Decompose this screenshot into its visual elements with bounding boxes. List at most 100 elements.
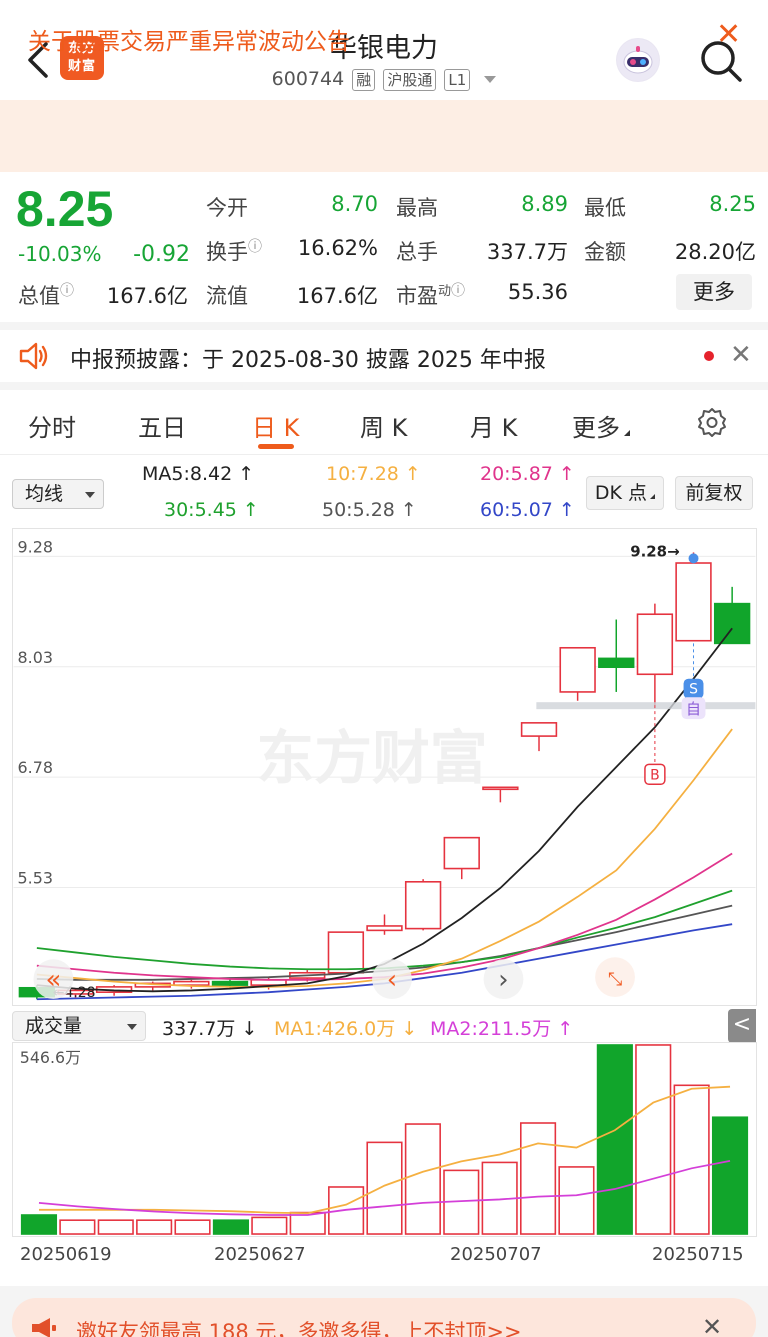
caret-down-icon [484, 76, 497, 83]
candle-body [713, 602, 751, 645]
volume-bar [212, 1219, 250, 1235]
total-value: 167.6亿 [106, 284, 188, 308]
close-icon[interactable]: ✕ [730, 340, 752, 370]
ma50-text: 50:5.28 [322, 499, 395, 521]
invite-text[interactable]: 邀好友领最高 188 元，多邀多得，上不封顶>> [76, 1316, 522, 1337]
tab-five-day[interactable]: 五日 [138, 408, 186, 443]
tag-margin: 融 [352, 69, 376, 91]
volume-label: 总手 [396, 240, 438, 264]
x-date-4: 20250715 [652, 1244, 744, 1265]
candle-body [404, 881, 442, 930]
tab-intraday[interactable]: 分时 [28, 408, 76, 443]
indicator-select[interactable]: 均线 [12, 479, 104, 509]
volume-ma2-text: MA2:211.5万 [430, 1018, 552, 1040]
ma5-line [36, 627, 733, 993]
high-price-label: 9.28→ [630, 542, 679, 560]
turnover-value: 16.62% [297, 236, 378, 260]
candlestick-chart[interactable]: 东方财富 9.288.036.785.53 9.28→←4.28BS自« ‹ › ⤡ [12, 528, 757, 1006]
dk-point-label: DK 点 [594, 482, 648, 504]
tab-more[interactable]: 更多 [572, 408, 630, 443]
volume-chart[interactable]: 546.6万 [12, 1042, 757, 1237]
volume-ma1: MA1:426.0万 ↓ [274, 1018, 418, 1040]
volume-max-label: 546.6万 [20, 1048, 81, 1067]
candle-body [598, 657, 635, 669]
tab-monthly-k[interactable]: 月 K [470, 408, 517, 443]
chart-nav-arrow-icon: « [45, 965, 61, 995]
info-icon[interactable]: ⓘ [451, 283, 465, 299]
volume-ma2: MA2:211.5万 ↑ [430, 1018, 574, 1040]
gear-icon[interactable] [696, 406, 728, 438]
volume-bar [519, 1122, 557, 1235]
divider [0, 382, 768, 390]
ma10-text: 10:7.28 [326, 463, 399, 485]
volume-bar [558, 1166, 595, 1235]
high-value: 8.89 [521, 192, 568, 216]
chart-nav-arrow-icon: ‹ [387, 965, 397, 995]
candle-body [327, 931, 365, 974]
corner-caret-icon [624, 430, 630, 436]
speaker-icon [19, 342, 48, 370]
more-button[interactable]: 更多 [676, 274, 752, 310]
collapse-panel-button[interactable]: < [728, 1009, 756, 1043]
tab-more-label: 更多 [572, 414, 620, 442]
volume-bar [59, 1219, 96, 1235]
high-label: 最高 [396, 196, 438, 220]
self-marker-text: 自 [686, 700, 701, 718]
current-price: 8.25 [16, 181, 114, 237]
volume-indicator-select[interactable]: 成交量 [12, 1011, 146, 1041]
close-icon[interactable]: ✕ [716, 20, 741, 50]
turnover-label: 换手ⓘ [206, 236, 262, 266]
y-tick-label: 6.78 [18, 758, 53, 777]
chart-nav-arrow-icon: › [498, 965, 508, 995]
chart-grid [13, 555, 756, 889]
info-icon[interactable]: ⓘ [60, 283, 74, 299]
volume-value: 337.7万 [486, 240, 568, 264]
indicator-select-label: 均线 [25, 483, 64, 505]
high-marker [688, 553, 699, 564]
y-tick-label: 5.53 [18, 869, 53, 888]
volume-bar [366, 1141, 403, 1235]
corner-caret-icon [650, 494, 656, 499]
low-label: 最低 [584, 196, 626, 220]
x-date-3: 20250707 [450, 1244, 542, 1265]
candle-body [211, 980, 249, 986]
buy-marker-text: B [650, 767, 660, 783]
adjust-button[interactable]: 前复权 [675, 476, 753, 510]
robot-assistant-icon[interactable] [616, 38, 660, 82]
change-percent: -10.03% [18, 242, 102, 266]
divider [0, 322, 768, 330]
tab-daily-k[interactable]: 日 K [252, 408, 299, 443]
dk-point-button[interactable]: DK 点 [586, 476, 664, 510]
info-icon[interactable]: ⓘ [248, 239, 262, 255]
y-tick-label: 8.03 [18, 648, 53, 667]
pe-superscript: 动 [438, 284, 452, 299]
fullscreen-icon: ⤡ [608, 969, 622, 990]
notice-text[interactable]: 关于股票交易严重异常波动公告 [28, 22, 350, 56]
volume-bar [635, 1044, 672, 1235]
price-band [536, 702, 756, 710]
ma30-legend: 30:5.45 ↑ [164, 499, 259, 521]
tag-level: L1 [444, 69, 471, 91]
y-axis-ticks: 9.28 8.03 6.78 5.53 [18, 537, 53, 887]
close-icon[interactable]: ✕ [702, 1313, 722, 1337]
megaphone-icon [32, 1318, 56, 1337]
pe-value: 55.36 [507, 280, 568, 304]
notice-bar[interactable] [0, 100, 768, 172]
turnover-label-text: 换手 [206, 240, 248, 264]
candle-body [636, 613, 674, 676]
unread-dot [704, 351, 714, 361]
announcement-text[interactable]: 中报预披露：于 2025-08-30 披露 2025 年中报 [70, 342, 546, 374]
float-value: 167.6亿 [296, 284, 378, 308]
volume-current-text: 337.7万 [162, 1018, 236, 1040]
volume-bar [673, 1084, 710, 1235]
x-date-1: 20250619 [20, 1244, 112, 1265]
ma5-legend: MA5:8.42 ↑ [142, 463, 255, 485]
tab-weekly-k[interactable]: 周 K [360, 408, 407, 443]
divider [0, 454, 768, 455]
pe-label-text: 市盈 [396, 284, 438, 308]
float-value-label: 流值 [206, 284, 248, 308]
ma20-legend: 20:5.87 ↑ [480, 463, 575, 485]
change-value: -0.92 [133, 242, 190, 267]
total-value-label-text: 总值 [18, 284, 60, 308]
ma-lines [36, 627, 733, 1001]
